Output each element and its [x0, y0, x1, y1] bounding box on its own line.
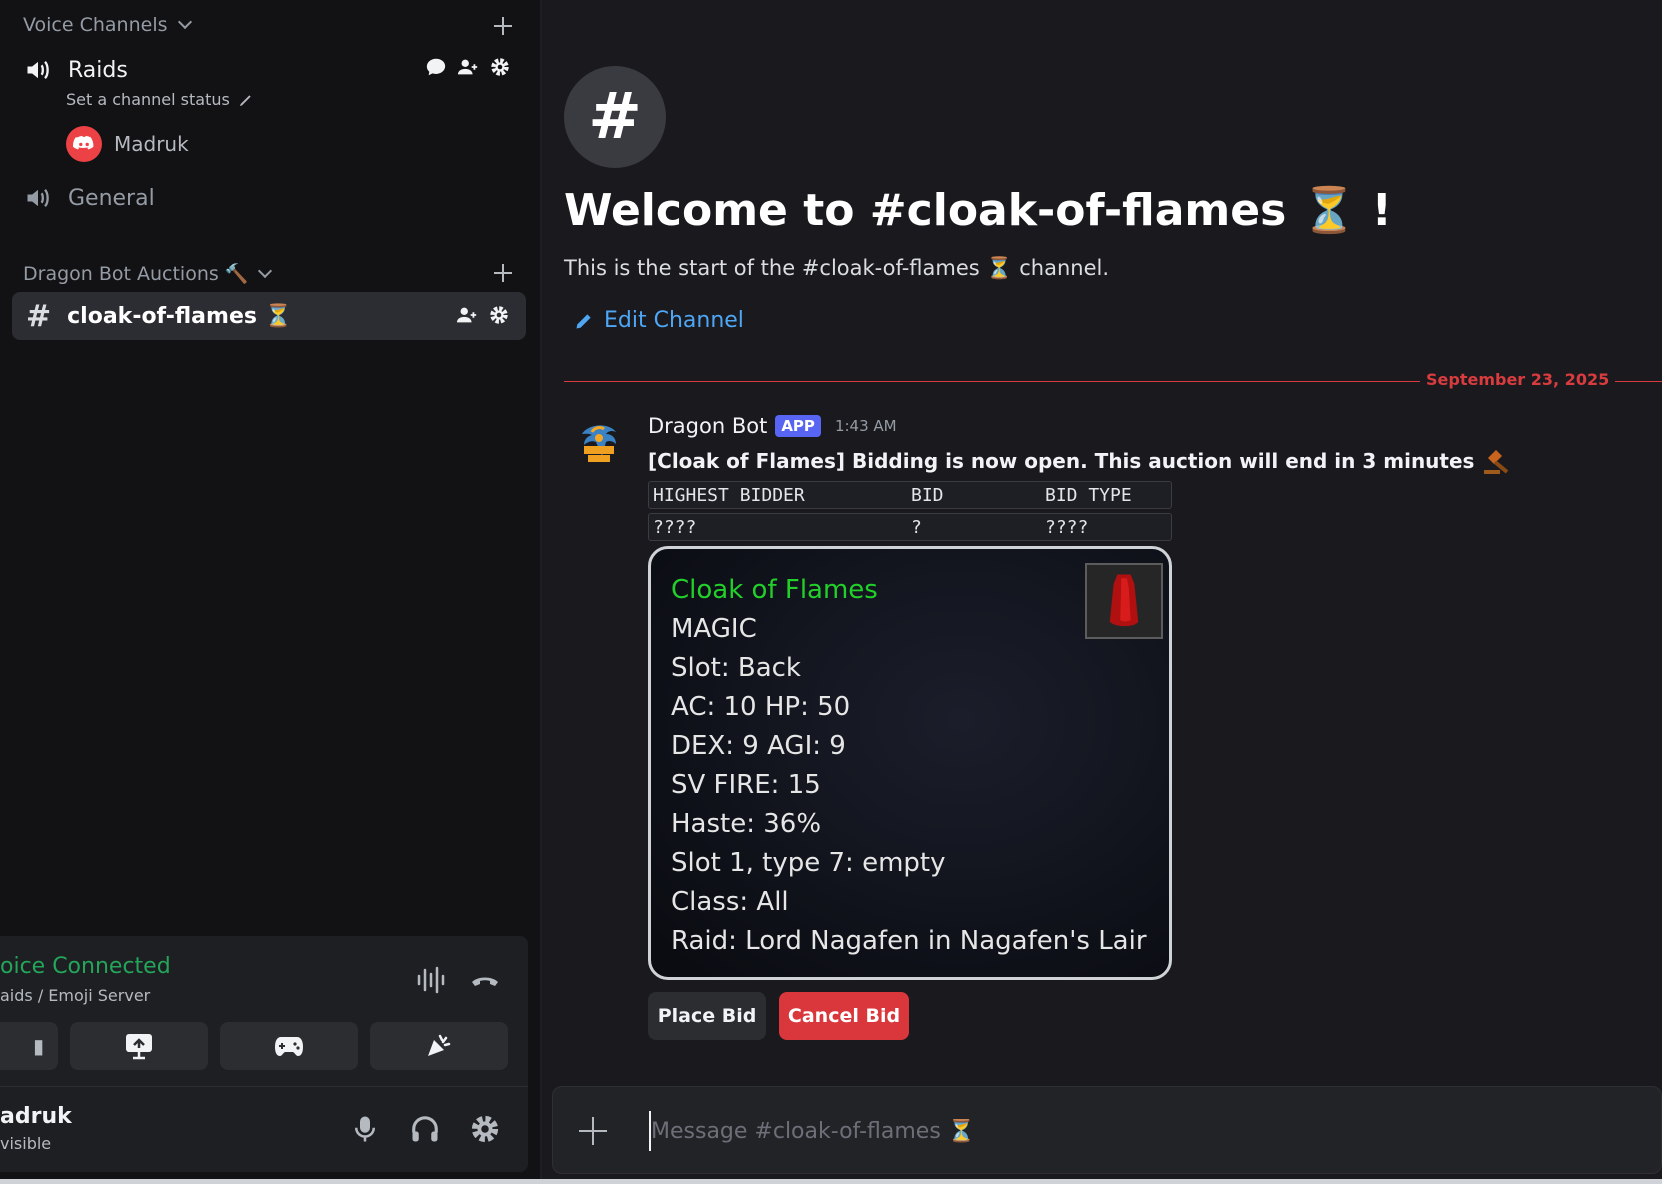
message-header: Dragon Bot APP 1:43 AM: [648, 414, 897, 438]
table-header-bid-type: BID TYPE: [1045, 485, 1132, 506]
invite-member-icon[interactable]: [457, 56, 479, 78]
edit-channel-label: Edit Channel: [604, 308, 744, 333]
item-stat-line: AC: 10 HP: 50: [671, 692, 851, 722]
soundboard-button[interactable]: [370, 1022, 508, 1070]
channel-status-text: Set a channel status: [66, 90, 230, 109]
table-header-bid: BID: [911, 485, 944, 506]
voice-channel-name: Raids: [68, 57, 128, 83]
table-header-bidder: HIGHEST BIDDER: [653, 485, 805, 506]
channel-name: cloak-of-flames ⏳: [67, 303, 293, 329]
member-name: Madruk: [114, 132, 189, 156]
sound-waves-icon[interactable]: [416, 966, 446, 994]
voice-user-panel: oice Connected aids / Emoji Server ▮ adr…: [0, 936, 528, 1172]
item-stat-line: Class: All: [671, 887, 789, 917]
hash-icon: #: [26, 298, 52, 334]
channel-start-text: This is the start of the #cloak-of-flame…: [564, 256, 1109, 280]
chat-area: # Welcome to #cloak-of-flames ⏳ ! This i…: [542, 0, 1662, 1184]
add-voice-channel-icon[interactable]: [494, 17, 512, 35]
gear-icon[interactable]: [489, 56, 511, 78]
gamepad-icon: [275, 1037, 303, 1056]
speaker-icon: [27, 189, 49, 207]
user-status: visible: [0, 1134, 52, 1153]
message-input[interactable]: [649, 1111, 1609, 1151]
place-bid-button[interactable]: Place Bid: [648, 992, 766, 1040]
message-body: [Cloak of Flames] Bidding is now open. T…: [648, 449, 1475, 473]
message-text: [Cloak of Flames] Bidding is now open. T…: [648, 446, 1512, 476]
message-timestamp: 1:43 AM: [834, 417, 897, 435]
avatar: [66, 126, 102, 162]
voice-channel-raids[interactable]: Raids: [12, 48, 527, 92]
invite-member-icon[interactable]: [456, 304, 478, 326]
user-settings-icon[interactable]: [470, 1114, 500, 1144]
table-row: ???? ? ????: [648, 513, 1172, 541]
channel-hash-icon: #: [564, 66, 666, 168]
category-label: Dragon Bot Auctions 🔨: [23, 263, 249, 285]
item-stat-line: Slot 1, type 7: empty: [671, 848, 946, 878]
channel-cloak-of-flames[interactable]: # cloak-of-flames ⏳: [12, 292, 526, 340]
headphones-icon[interactable]: [410, 1114, 440, 1144]
author-name[interactable]: Dragon Bot: [648, 414, 767, 438]
item-stat-line: DEX: 9 AGI: 9: [671, 731, 846, 761]
edit-channel-link[interactable]: Edit Channel: [574, 308, 744, 333]
item-stat-line: MAGIC: [671, 614, 757, 644]
chevron-down-icon: [177, 14, 192, 30]
app-badge: APP: [775, 415, 821, 437]
voice-channel-general[interactable]: General: [12, 176, 527, 220]
camera-button[interactable]: ▮: [0, 1022, 58, 1070]
channel-actions: [456, 304, 510, 326]
speaker-icon: [27, 61, 49, 79]
item-card[interactable]: Cloak of Flames MAGIC Slot: Back AC: 10 …: [648, 546, 1172, 980]
chevron-down-icon: [258, 263, 273, 278]
pencil-icon: [239, 94, 251, 106]
gear-icon[interactable]: [488, 304, 510, 326]
welcome-title: Welcome to #cloak-of-flames ⏳ !: [564, 185, 1392, 236]
bid-table-header: HIGHEST BIDDER BID BID TYPE: [648, 481, 1172, 509]
soundboard-icon: [428, 1034, 451, 1056]
category-label: Voice Channels: [23, 14, 168, 36]
bot-avatar[interactable]: [572, 416, 626, 470]
add-attachment-icon[interactable]: [579, 1117, 607, 1145]
auctions-category[interactable]: Dragon Bot Auctions 🔨: [23, 262, 273, 285]
microphone-icon[interactable]: [350, 1114, 380, 1144]
channel-sidebar: Voice Channels Raids Set a channel statu…: [0, 0, 540, 1184]
table-cell-bidder: ????: [653, 517, 697, 538]
chat-bubble-icon[interactable]: [425, 56, 447, 78]
table-cell-bid-type: ????: [1045, 517, 1089, 538]
channel-status[interactable]: Set a channel status: [66, 90, 254, 109]
camera-icon: ▮: [32, 1034, 44, 1058]
gavel-icon: [1484, 450, 1509, 474]
date-divider-label: September 23, 2025: [1420, 370, 1616, 389]
screen-share-button[interactable]: [70, 1022, 208, 1070]
voice-member[interactable]: Madruk: [66, 126, 189, 162]
discord-logo-icon: [73, 135, 94, 150]
item-stat-line: Raid: Lord Nagafen in Nagafen's Lair: [671, 926, 1147, 956]
cancel-bid-button[interactable]: Cancel Bid: [779, 992, 909, 1040]
item-stat-line: SV FIRE: 15: [671, 770, 821, 800]
voice-server-label[interactable]: aids / Emoji Server: [0, 986, 150, 1005]
window-bottom-edge: [0, 1179, 1662, 1184]
activities-button[interactable]: [220, 1022, 358, 1070]
item-stat-line: Slot: Back: [671, 653, 801, 683]
voice-channel-actions: [425, 56, 511, 78]
username[interactable]: adruk: [0, 1104, 72, 1129]
disconnect-icon[interactable]: [470, 970, 500, 990]
item-stat-line: Haste: 36%: [671, 809, 822, 839]
voice-channel-name: General: [68, 185, 155, 211]
table-cell-bid: ?: [911, 517, 922, 538]
cloak-icon: [1085, 563, 1163, 639]
user-row: [0, 1086, 528, 1172]
message-composer: [552, 1086, 1662, 1174]
screen-share-icon: [126, 1034, 152, 1060]
voice-connected-status[interactable]: oice Connected: [0, 954, 171, 979]
add-channel-icon[interactable]: [494, 264, 512, 282]
item-name: Cloak of Flames: [671, 575, 878, 605]
pencil-icon: [576, 313, 591, 328]
voice-channels-category[interactable]: Voice Channels: [23, 14, 192, 36]
